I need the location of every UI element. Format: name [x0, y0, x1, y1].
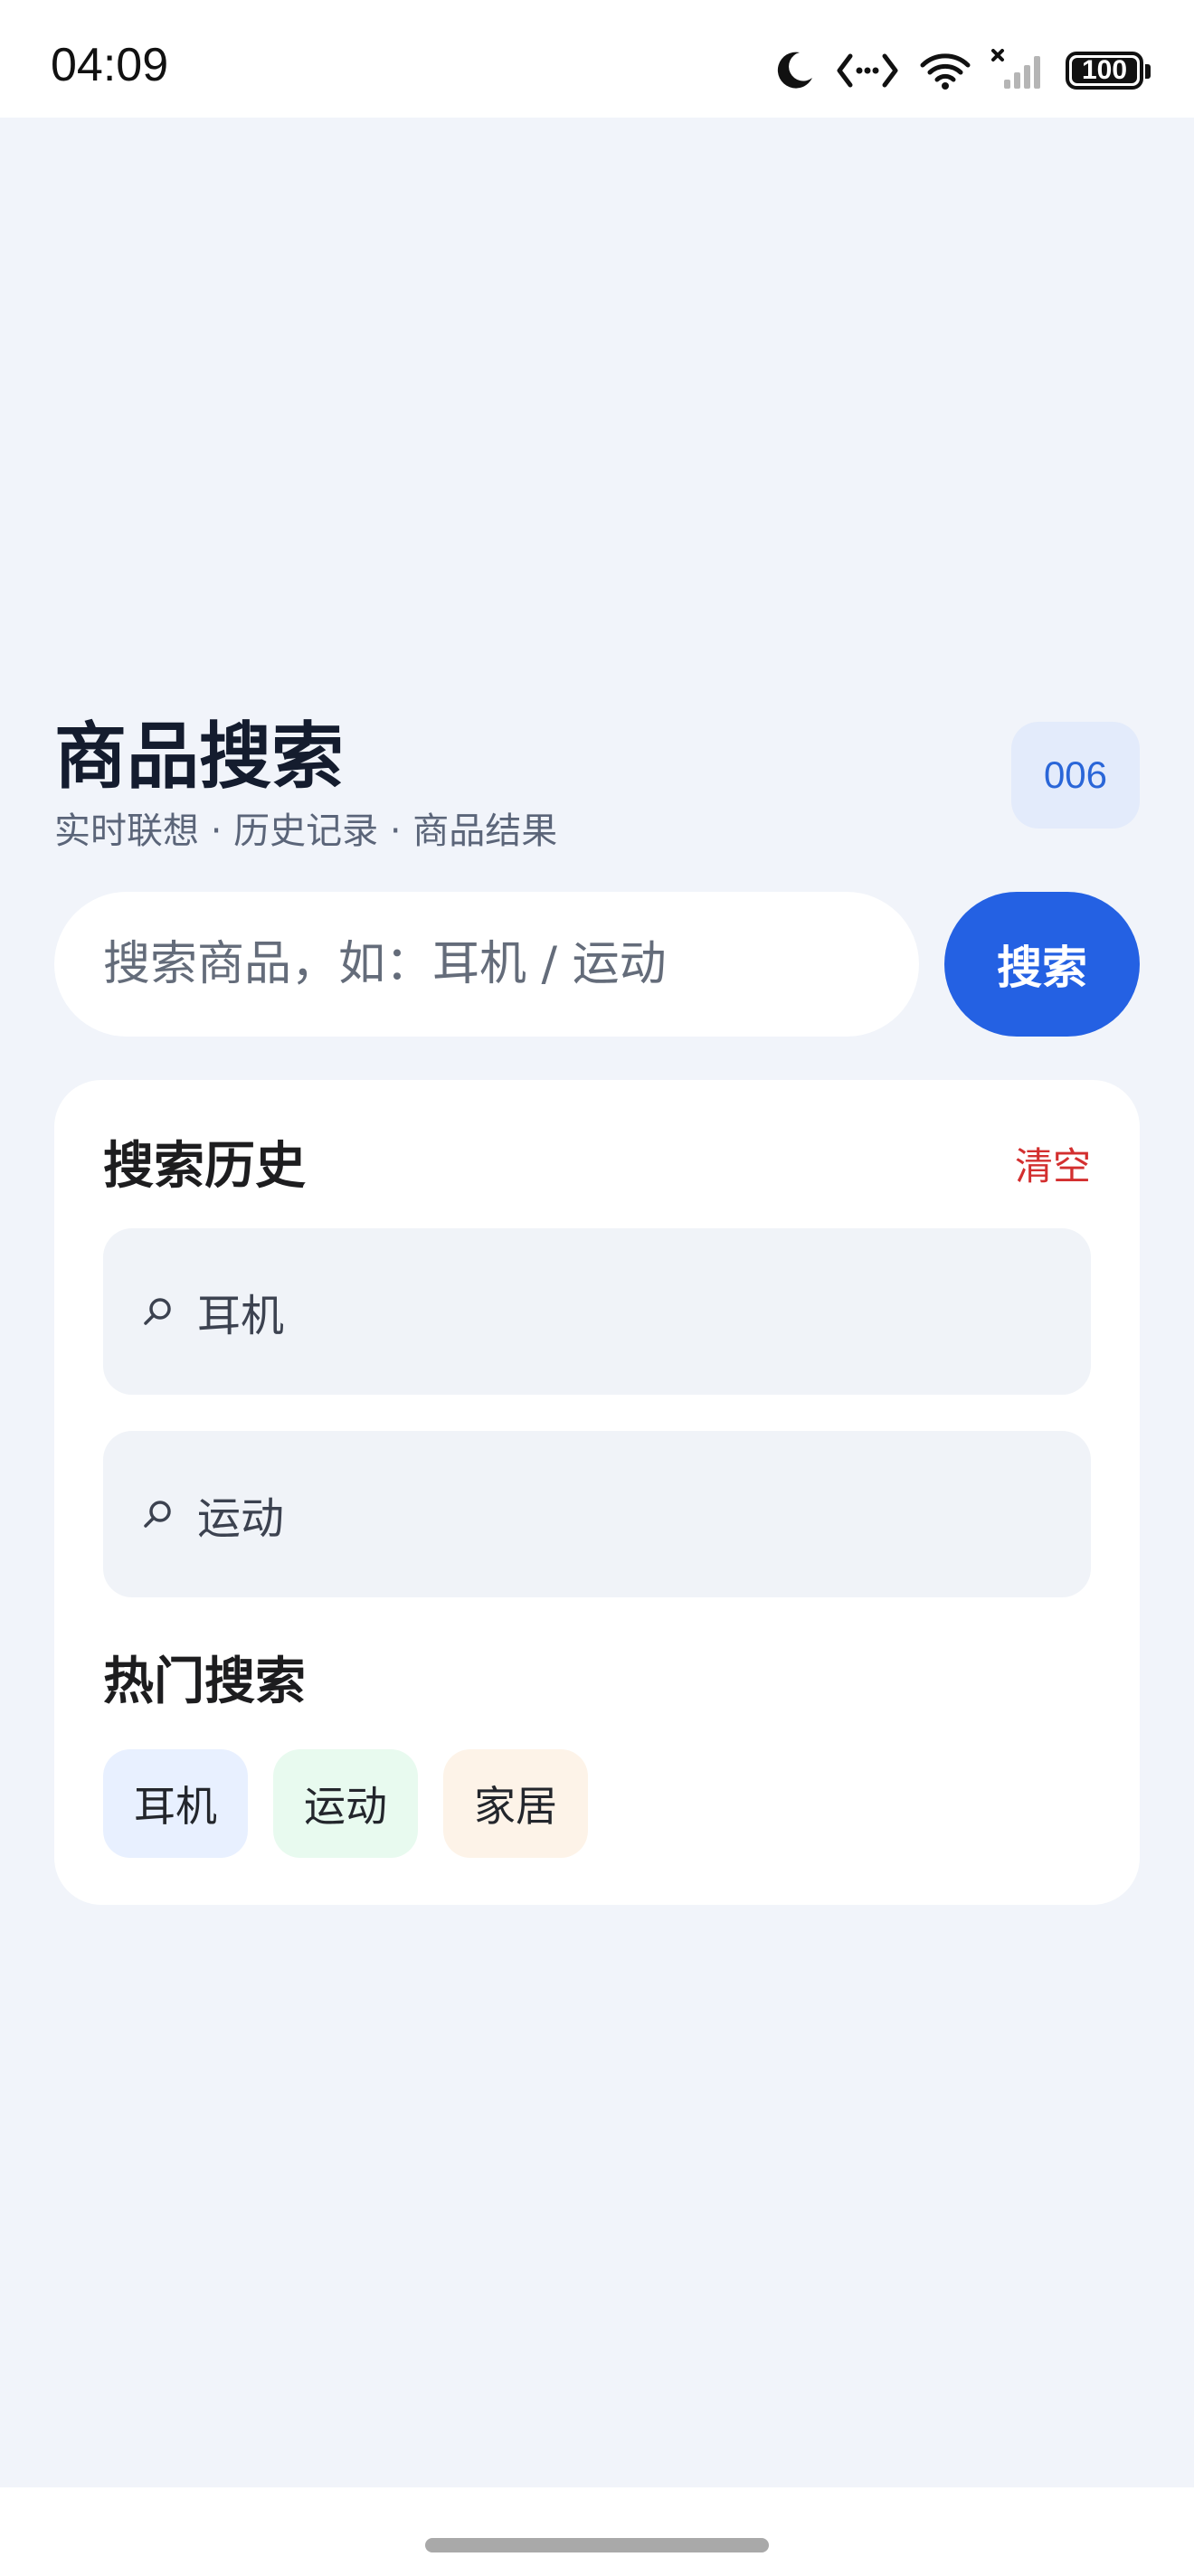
history-item[interactable]: 运动	[103, 1431, 1091, 1597]
battery-level: 100	[1081, 55, 1128, 85]
history-item[interactable]: 耳机	[103, 1228, 1091, 1395]
status-icons: 100	[772, 43, 1151, 98]
history-item-label: 运动	[197, 1493, 285, 1544]
clear-history-button[interactable]: 清空	[1015, 1136, 1091, 1191]
battery-icon: 100	[1066, 52, 1151, 90]
hot-tag[interactable]: 耳机	[103, 1749, 248, 1858]
status-bar: 04:09 100	[0, 0, 1194, 118]
home-indicator[interactable]	[425, 2538, 769, 2552]
search-input[interactable]	[54, 892, 919, 1037]
hot-tag[interactable]: 运动	[273, 1749, 418, 1858]
moon-icon	[772, 49, 816, 92]
search-icon	[139, 1496, 175, 1532]
count-badge: 006	[1011, 722, 1140, 829]
code-icon	[836, 49, 899, 92]
history-item-label: 耳机	[197, 1291, 285, 1341]
search-icon	[139, 1293, 175, 1330]
hot-section-title: 热门搜索	[103, 1653, 306, 1711]
wifi-icon	[919, 49, 971, 92]
search-panel-card: 搜索历史 清空 耳机 运动 热门搜索 耳机 运动 家居	[54, 1080, 1140, 1905]
hot-tag[interactable]: 家居	[443, 1749, 588, 1858]
page-title: 商品搜索	[54, 715, 344, 799]
status-time: 04:09	[51, 39, 169, 91]
gesture-bar	[0, 2487, 1194, 2576]
signal-icon	[991, 49, 1046, 92]
hot-tags: 耳机 运动 家居	[103, 1749, 588, 1858]
history-section-title: 搜索历史	[103, 1137, 306, 1196]
search-button[interactable]: 搜索	[944, 892, 1140, 1037]
page-subtitle: 实时联想 · 历史记录 · 商品结果	[54, 810, 558, 852]
